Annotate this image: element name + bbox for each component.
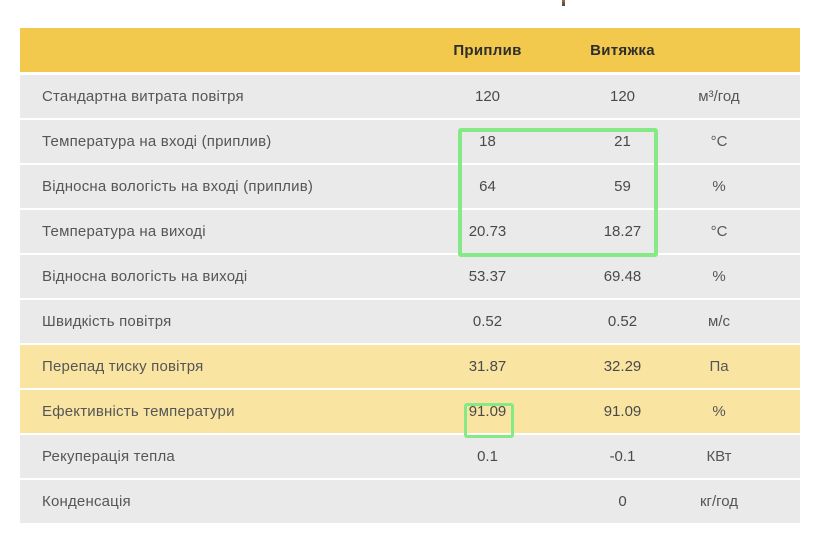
- row-label: Відносна вологість на вході (приплив): [42, 178, 314, 195]
- exhaust-value: 59: [614, 178, 631, 195]
- supply-value: 64: [479, 178, 496, 195]
- unit-label: КВт: [706, 448, 732, 465]
- unit-label: °C: [710, 223, 728, 240]
- exhaust-value: 32.29: [603, 358, 642, 375]
- unit-label: %: [712, 403, 726, 420]
- table-header-row: Приплив Витяжка: [20, 28, 800, 72]
- exhaust-value: 120: [609, 88, 636, 105]
- supply-value: 18: [479, 133, 496, 150]
- table-row-outlet-temperature: Температура на виході 20.73 18.27 °C: [20, 210, 800, 253]
- row-label: Відносна вологість на виході: [42, 268, 248, 285]
- row-label: Перепад тиску повітря: [42, 358, 204, 375]
- row-label: Ефективність температури: [42, 403, 235, 420]
- row-label: Конденсація: [42, 493, 131, 510]
- exhaust-value: 18.27: [603, 223, 642, 240]
- supply-value: 31.87: [468, 358, 507, 375]
- exhaust-value: 69.48: [603, 268, 642, 285]
- unit-label: %: [712, 178, 726, 195]
- table-row-air-speed: Швидкість повітря 0.52 0.52 м/с: [20, 300, 800, 343]
- exhaust-value: -0.1: [609, 448, 636, 465]
- unit-label: кг/год: [699, 493, 739, 510]
- supply-value: 91.09: [468, 403, 507, 420]
- table-row-inlet-temperature: Температура на вході (приплив) 18 21 °C: [20, 120, 800, 163]
- ventilation-results-table: Приплив Витяжка Стандартна витрата повіт…: [20, 28, 800, 525]
- table-row-outlet-humidity: Відносна вологість на виході 53.37 69.48…: [20, 255, 800, 298]
- table-row-heat-recovery: Рекуперація тепла 0.1 -0.1 КВт: [20, 435, 800, 478]
- clipped-title-fragment: [562, 0, 565, 6]
- table-row-pressure-drop: Перепад тиску повітря 31.87 32.29 Па: [20, 345, 800, 388]
- supply-value: 0.52: [472, 313, 503, 330]
- supply-value: 20.73: [468, 223, 507, 240]
- unit-label: м/с: [708, 313, 730, 330]
- exhaust-value: 0.52: [607, 313, 638, 330]
- supply-value: 53.37: [468, 268, 507, 285]
- row-label: Швидкість повітря: [42, 313, 172, 330]
- unit-label: м³/год: [698, 88, 740, 105]
- exhaust-value: 21: [614, 133, 631, 150]
- row-label: Температура на вході (приплив): [42, 133, 272, 150]
- row-label: Рекуперація тепла: [42, 448, 175, 465]
- table-row-temperature-efficiency: Ефективність температури 91.09 91.09 %: [20, 390, 800, 433]
- unit-label: Па: [709, 358, 729, 375]
- table-row-inlet-humidity: Відносна вологість на вході (приплив) 64…: [20, 165, 800, 208]
- table-row-standard-airflow: Стандартна витрата повітря 120 120 м³/го…: [20, 75, 800, 118]
- unit-label: °C: [710, 133, 728, 150]
- unit-label: %: [712, 268, 726, 285]
- exhaust-value: 91.09: [603, 403, 642, 420]
- row-label: Стандартна витрата повітря: [42, 88, 244, 105]
- exhaust-value: 0: [618, 493, 627, 510]
- supply-value: 0.1: [477, 448, 498, 465]
- table-row-condensation: Конденсація 0 кг/год: [20, 480, 800, 523]
- column-header-supply: Приплив: [453, 41, 522, 59]
- results-page: Приплив Витяжка Стандартна витрата повіт…: [0, 0, 835, 559]
- column-header-exhaust: Витяжка: [590, 41, 655, 59]
- row-label: Температура на виході: [42, 223, 206, 240]
- supply-value: 120: [474, 88, 501, 105]
